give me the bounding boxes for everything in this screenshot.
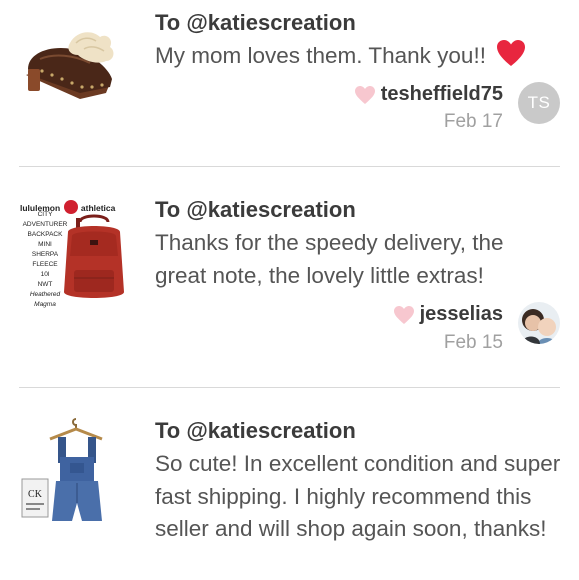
reviewer-username[interactable]: jesselias [420,303,503,326]
red-heart-icon [496,39,526,77]
review-divider [19,166,560,167]
product-thumbnail[interactable]: CK [20,417,133,530]
review-date: Feb 17 [443,111,503,132]
red-backpack-image: lululemon athletica CITY ADVENTURER BACK… [20,196,133,309]
fur-lined-clog-image [20,9,133,122]
photo-avatar [518,302,560,344]
reviewer-avatar[interactable] [518,302,560,344]
review-divider [19,387,560,388]
like-heart-icon[interactable] [354,84,376,106]
like-heart-icon[interactable] [393,304,415,326]
reviewer-row: jesselias [393,303,503,326]
reviewer-avatar[interactable]: TS [518,82,560,124]
product-thumbnail[interactable] [20,9,133,122]
review-recipient[interactable]: To @katiescreation [155,418,356,444]
review-recipient[interactable]: To @katiescreation [155,10,356,36]
review-message-text: My mom loves them. Thank you!! [155,43,486,68]
product-thumbnail[interactable]: lululemon athletica CITY ADVENTURER BACK… [20,196,133,309]
review-message: Thanks for the speedy delivery, the grea… [155,230,504,288]
reviewer-row: tesheffield75 [354,83,503,106]
review-recipient[interactable]: To @katiescreation [155,197,356,223]
review-message: So cute! In excellent condition and supe… [155,451,561,541]
review-message: My mom loves them. Thank you!! [155,39,565,77]
review-date: Feb 15 [443,332,503,353]
denim-overalls-image: CK [20,417,133,530]
svg-text:CK: CK [28,489,43,500]
reviewer-username[interactable]: tesheffield75 [381,83,503,106]
